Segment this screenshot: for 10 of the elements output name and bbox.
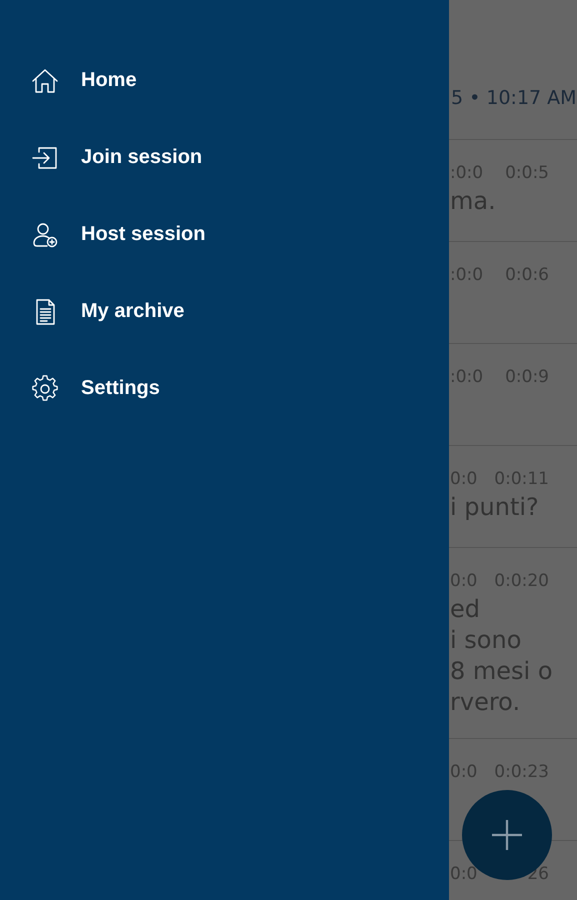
add-user-icon[interactable] bbox=[31, 220, 59, 248]
drawer-menu-item[interactable]: Join session bbox=[81, 146, 202, 169]
settings-icon[interactable] bbox=[31, 374, 59, 402]
drawer-menu-item[interactable]: Settings bbox=[81, 377, 160, 400]
home-icon[interactable] bbox=[31, 66, 59, 94]
drawer-menu-item[interactable]: Home bbox=[81, 69, 137, 92]
drawer-menu-item[interactable]: My archive bbox=[81, 300, 184, 323]
drawer-menu-item[interactable]: Host session bbox=[81, 223, 206, 246]
header-timestamp: 5 • 10:17 AM bbox=[451, 86, 577, 111]
plus-icon bbox=[491, 819, 523, 851]
